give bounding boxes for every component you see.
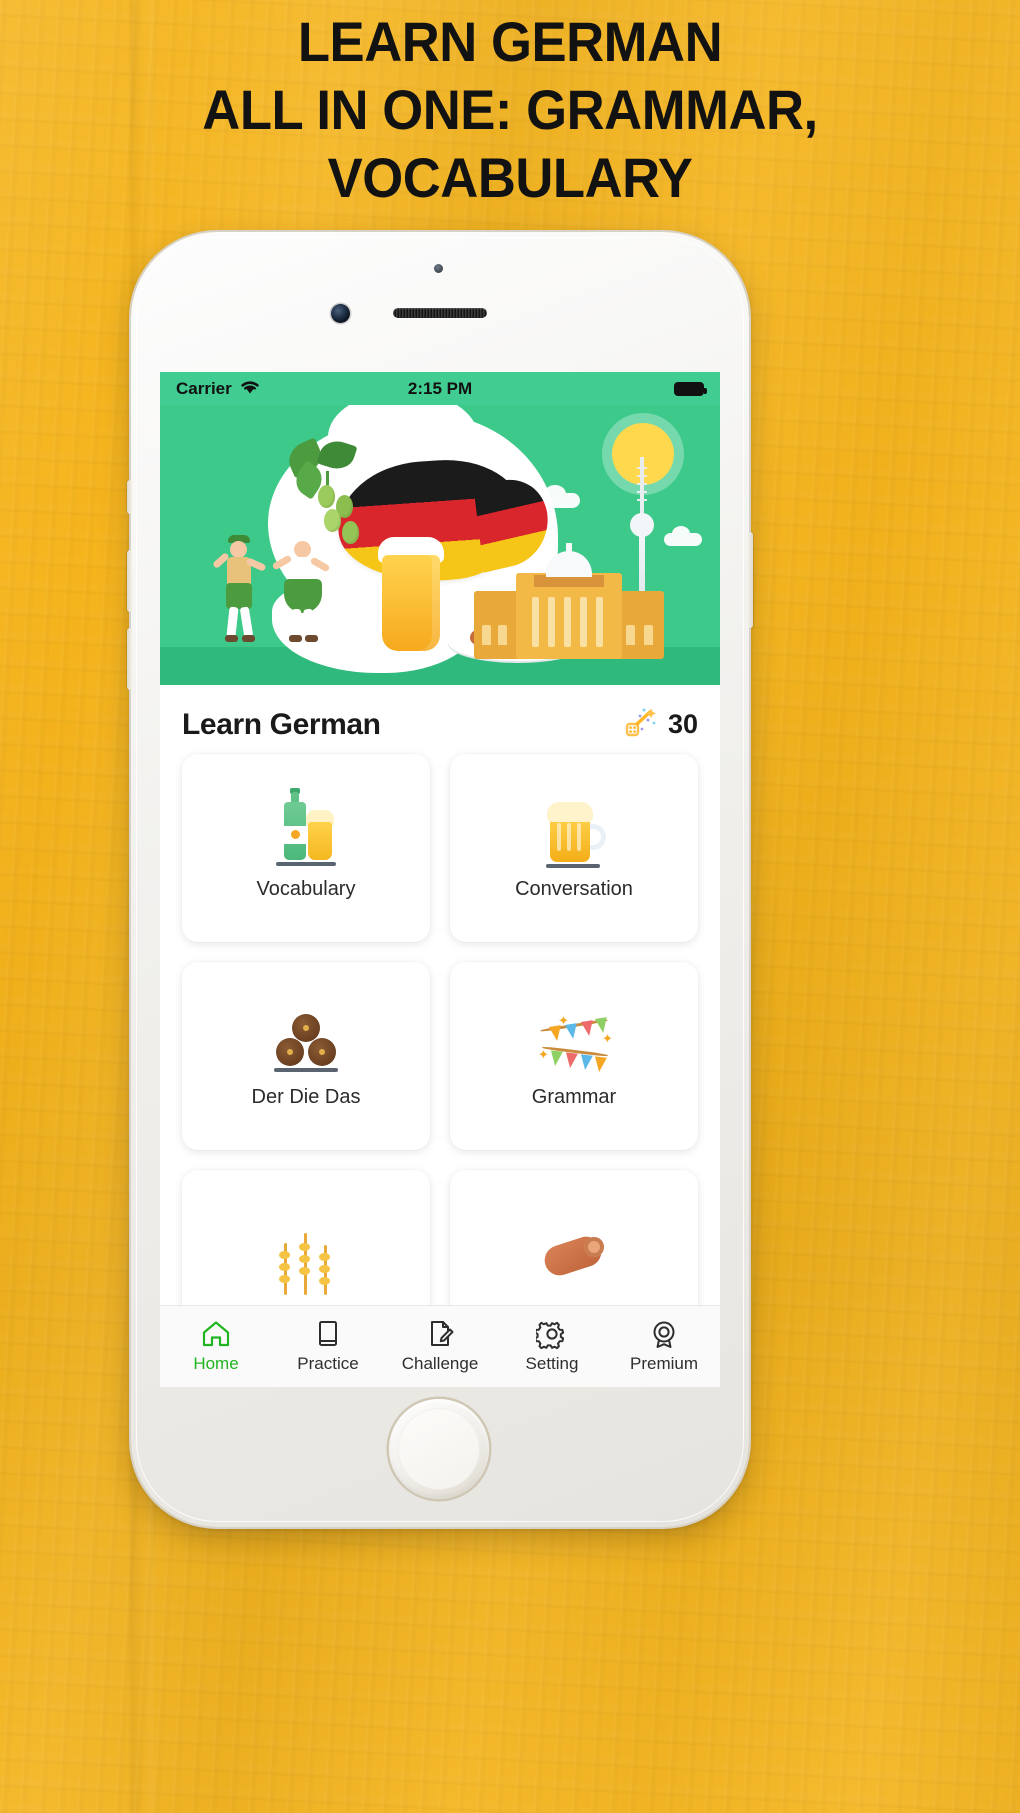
battery-full-icon [674, 381, 707, 396]
dancer-male-illustration [211, 535, 274, 651]
page-title: Learn German [182, 707, 381, 741]
card-label: Vocabulary [256, 877, 356, 900]
bunting-flags-icon: ✦ ✦ ✦ [536, 1004, 613, 1080]
phone-mockup: Carrier 2:15 PM Learn German 30 Vocabula… [127, 232, 753, 1527]
phone-power-button [748, 532, 753, 628]
carrier-label: Carrier [176, 378, 232, 398]
reichstag-building-illustration [474, 543, 664, 659]
tab-challenge[interactable]: Challenge [384, 1319, 496, 1374]
tab-label: Setting [525, 1354, 579, 1373]
tab-label: Premium [629, 1354, 698, 1373]
status-bar-right [674, 381, 707, 396]
beer-glass-illustration [378, 537, 444, 655]
phone-home-button[interactable] [389, 1399, 489, 1499]
tab-label: Practice [297, 1354, 359, 1373]
screen-header: Learn German 30 [160, 685, 720, 750]
headline-line-3: VOCABULARY [327, 146, 693, 209]
phone-screen: Carrier 2:15 PM Learn German 30 Vocabula… [160, 372, 720, 1387]
card-label: Grammar [531, 1085, 617, 1108]
phone-volume-up-button [127, 550, 132, 612]
headline-line-1: LEARN GERMAN [297, 10, 723, 73]
score-value: 30 [667, 709, 698, 739]
category-grid: Vocabulary Conversation Der Die Das ✦ ✦ … [160, 750, 720, 1358]
score-display[interactable]: 30 [624, 707, 698, 742]
dancer-female-illustration [271, 539, 336, 651]
card-der-die-das[interactable]: Der Die Das [182, 962, 430, 1150]
tab-setting[interactable]: Setting [496, 1319, 608, 1374]
card-vocabulary[interactable]: Vocabulary [182, 754, 430, 942]
edit-page-icon [424, 1319, 456, 1349]
status-bar: Carrier 2:15 PM [160, 372, 720, 405]
hops-icon [283, 436, 372, 549]
tab-practice[interactable]: Practice [272, 1319, 384, 1374]
status-bar-left: Carrier [176, 378, 261, 400]
phone-microphone [434, 264, 443, 273]
card-grammar[interactable]: ✦ ✦ ✦ Grammar [450, 962, 698, 1150]
book-icon [312, 1319, 344, 1349]
beer-barrels-icon [268, 1004, 344, 1080]
tab-label: Challenge [401, 1354, 479, 1373]
cloud-icon [664, 526, 702, 546]
germany-illustration-banner [160, 405, 720, 685]
promo-headline: LEARN GERMAN ALL IN ONE: GRAMMAR, VOCABU… [0, 8, 1020, 212]
magic-wand-icon [624, 707, 658, 742]
card-label: Conversation [515, 877, 633, 900]
badge-icon [648, 1319, 680, 1349]
beer-mug-icon [536, 796, 612, 872]
phone-earpiece-speaker [393, 308, 487, 318]
card-conversation[interactable]: Conversation [450, 754, 698, 942]
card-label: Der Die Das [251, 1085, 361, 1108]
home-icon [200, 1319, 232, 1349]
tab-home[interactable]: Home [160, 1319, 272, 1374]
phone-front-camera [331, 304, 350, 323]
tab-label: Home [193, 1354, 239, 1373]
phone-silent-switch [127, 480, 132, 514]
wheat-icon [268, 1223, 344, 1299]
beer-bottle-and-glass-icon [268, 787, 344, 872]
phone-volume-down-button [127, 628, 132, 690]
gear-icon [536, 1319, 568, 1349]
bottom-tab-bar: Home Practice Challenge Setting Premium [160, 1305, 720, 1387]
tab-premium[interactable]: Premium [608, 1319, 720, 1374]
wifi-icon [239, 378, 261, 400]
sausage-icon [536, 1223, 612, 1299]
headline-line-2: ALL IN ONE: GRAMMAR, [202, 78, 818, 141]
